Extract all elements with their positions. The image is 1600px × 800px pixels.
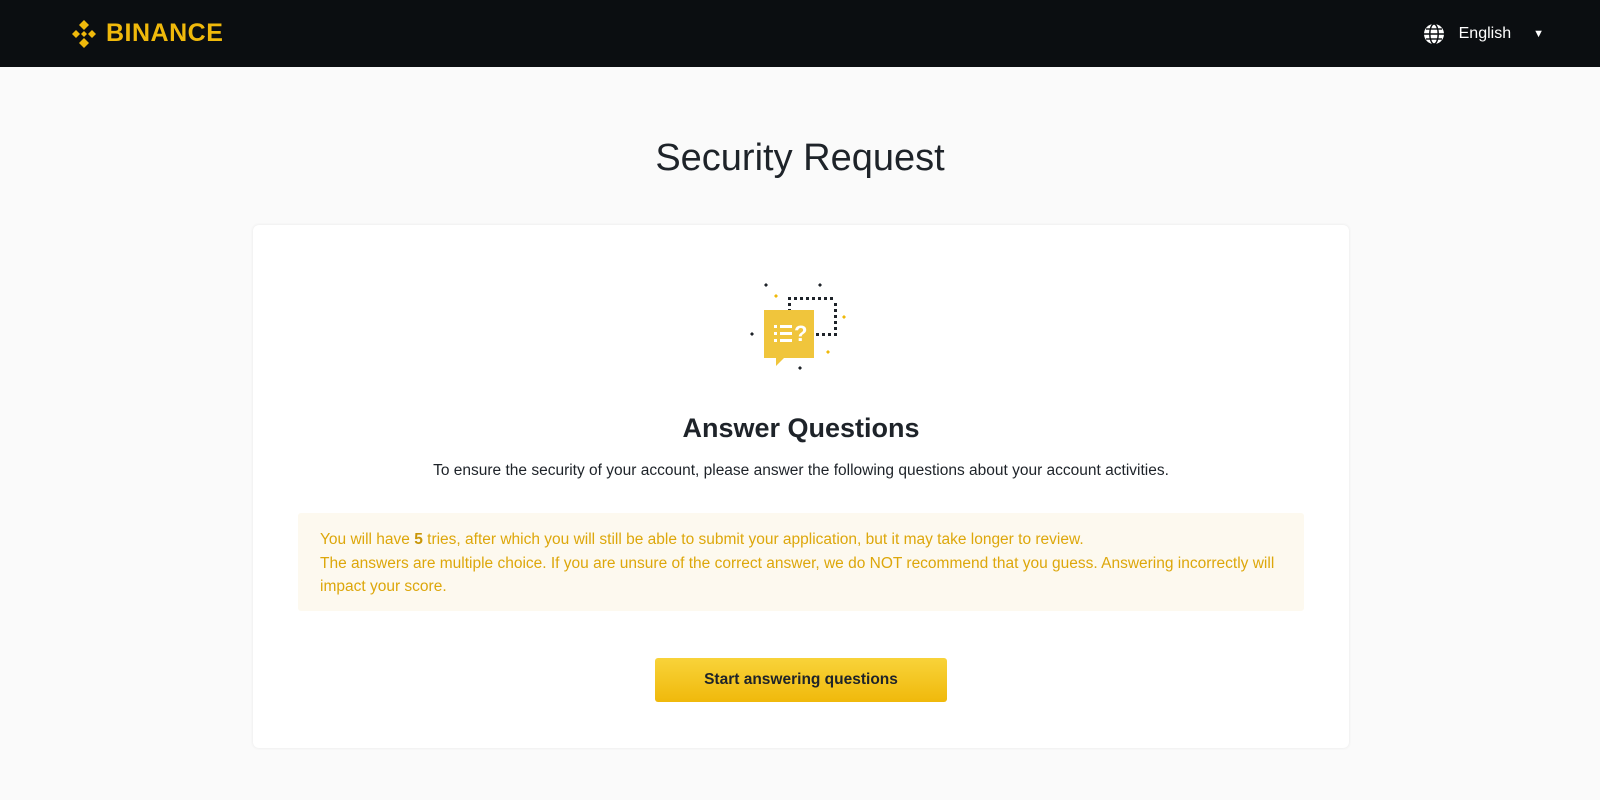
logo-text: BINANCE bbox=[106, 19, 224, 47]
card-description: To ensure the security of your account, … bbox=[433, 462, 1169, 479]
top-navbar: BINANCE English ▼ bbox=[0, 0, 1600, 67]
globe-icon bbox=[1423, 22, 1444, 45]
tries-notice: You will have 5 tries, after which you w… bbox=[298, 513, 1304, 611]
notice-line-1: You will have 5 tries, after which you w… bbox=[320, 528, 1282, 552]
tries-count: 5 bbox=[414, 531, 423, 548]
binance-logo[interactable]: BINANCE bbox=[68, 18, 223, 50]
answer-questions-card: ? Answer Questions To ensure the securit… bbox=[253, 225, 1349, 748]
start-answering-button[interactable]: Start answering questions bbox=[655, 658, 947, 702]
notice-line-1-prefix: You will have bbox=[320, 531, 415, 548]
language-selector[interactable]: English ▼ bbox=[1423, 22, 1544, 45]
caret-down-icon: ▼ bbox=[1533, 27, 1544, 40]
language-label: English bbox=[1458, 24, 1512, 42]
binance-diamond-logo-icon bbox=[72, 19, 96, 48]
notice-line-2: The answers are multiple choice. If you … bbox=[320, 554, 1275, 596]
question-chat-illustration-icon: ? bbox=[750, 283, 846, 370]
svg-text:?: ? bbox=[794, 321, 807, 346]
notice-line-1-suffix: tries, after which you will still be abl… bbox=[422, 531, 1084, 548]
card-title: Answer Questions bbox=[682, 413, 920, 443]
page-title: Security Request bbox=[655, 137, 945, 179]
